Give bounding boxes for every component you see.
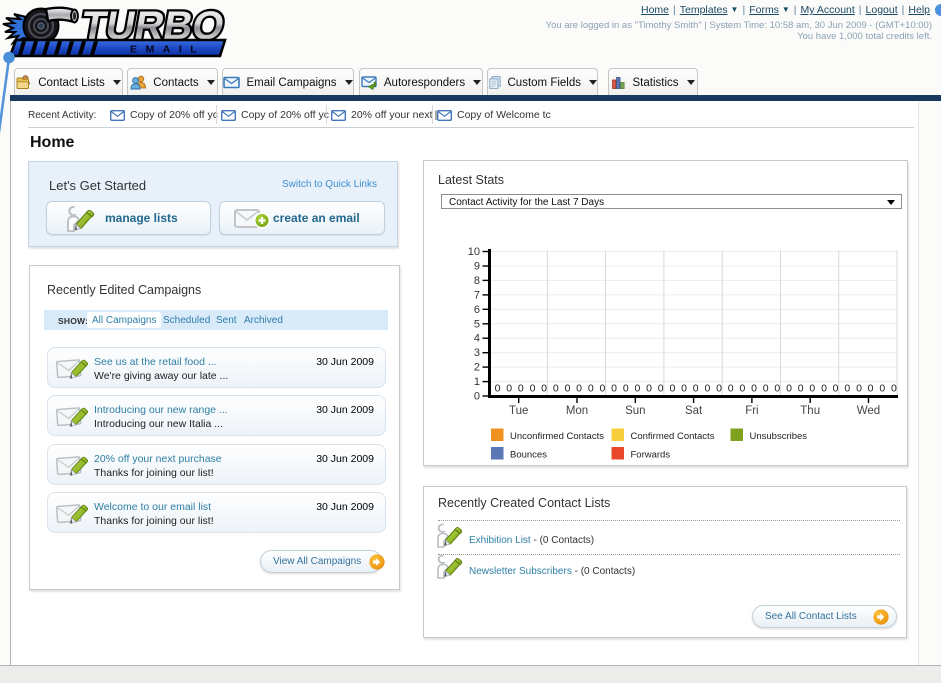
svg-text:0: 0: [565, 383, 571, 395]
svg-text:EMAIL: EMAIL: [130, 44, 205, 56]
svg-text:4: 4: [474, 333, 480, 345]
svg-text:0: 0: [739, 383, 745, 395]
svg-text:0: 0: [728, 383, 734, 395]
svg-text:0: 0: [669, 383, 675, 395]
svg-text:0: 0: [833, 383, 839, 395]
svg-text:Thu: Thu: [800, 405, 820, 417]
svg-text:0: 0: [530, 383, 536, 395]
svg-text:0: 0: [495, 383, 501, 395]
svg-text:9: 9: [474, 261, 480, 273]
svg-text:0: 0: [844, 383, 850, 395]
svg-text:8: 8: [474, 275, 480, 287]
svg-text:6: 6: [474, 304, 480, 316]
svg-text:0: 0: [879, 383, 885, 395]
svg-text:0: 0: [506, 383, 512, 395]
svg-text:0: 0: [868, 383, 874, 395]
svg-text:0: 0: [798, 383, 804, 395]
svg-text:0: 0: [576, 383, 582, 395]
svg-text:0: 0: [553, 383, 559, 395]
svg-text:0: 0: [658, 383, 664, 395]
svg-text:0: 0: [763, 383, 769, 395]
svg-text:0: 0: [623, 383, 629, 395]
svg-text:0: 0: [518, 383, 524, 395]
svg-text:Sat: Sat: [685, 405, 703, 417]
svg-text:Unconfirmed Contacts: Unconfirmed Contacts: [510, 431, 604, 442]
svg-text:0: 0: [646, 383, 652, 395]
svg-text:Tue: Tue: [509, 405, 528, 417]
svg-text:10: 10: [468, 246, 480, 258]
svg-text:0: 0: [786, 383, 792, 395]
svg-text:Unsubscribes: Unsubscribes: [750, 431, 808, 442]
svg-text:0: 0: [821, 383, 827, 395]
svg-text:3: 3: [474, 347, 480, 359]
svg-text:1: 1: [474, 376, 480, 388]
svg-text:0: 0: [751, 383, 757, 395]
svg-text:Fri: Fri: [745, 405, 758, 417]
svg-text:0: 0: [891, 383, 897, 395]
svg-text:0: 0: [856, 383, 862, 395]
svg-text:0: 0: [474, 391, 480, 403]
svg-text:0: 0: [634, 383, 640, 395]
svg-text:0: 0: [611, 383, 617, 395]
svg-text:7: 7: [474, 289, 480, 301]
svg-text:2: 2: [474, 362, 480, 374]
svg-text:0: 0: [588, 383, 594, 395]
svg-text:0: 0: [809, 383, 815, 395]
svg-text:0: 0: [716, 383, 722, 395]
svg-text:Confirmed Contacts: Confirmed Contacts: [631, 431, 715, 442]
svg-text:0: 0: [704, 383, 710, 395]
svg-text:Bounces: Bounces: [510, 450, 547, 461]
svg-text:0: 0: [599, 383, 605, 395]
svg-text:Forwards: Forwards: [631, 450, 671, 461]
svg-text:5: 5: [474, 318, 480, 330]
svg-text:0: 0: [774, 383, 780, 395]
svg-text:0: 0: [541, 383, 547, 395]
svg-text:Mon: Mon: [566, 405, 588, 417]
svg-text:Sun: Sun: [625, 405, 645, 417]
svg-text:0: 0: [693, 383, 699, 395]
svg-text:Wed: Wed: [857, 405, 880, 417]
svg-text:0: 0: [681, 383, 687, 395]
